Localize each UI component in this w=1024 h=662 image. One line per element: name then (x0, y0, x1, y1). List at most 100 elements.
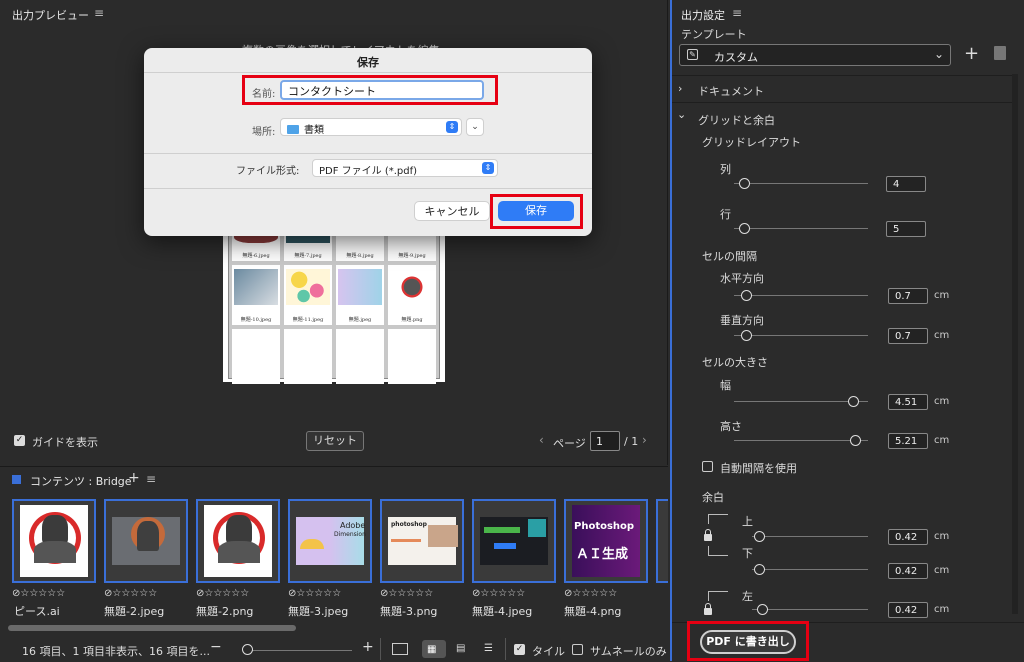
rating-stars[interactable]: ⊘☆☆☆☆☆ (12, 588, 65, 599)
list-view-icon[interactable]: ☰ (484, 643, 493, 654)
cell-label: 無題-6.jpeg (242, 253, 270, 259)
rating-stars[interactable]: ⊘☆☆☆☆☆ (288, 588, 341, 599)
show-guides-checkbox[interactable]: ✓ (14, 435, 25, 446)
add-icon[interactable]: + (128, 470, 140, 486)
top-margin-slider-track[interactable] (752, 536, 868, 537)
divider (144, 188, 592, 189)
page-number-input[interactable]: 1 (590, 431, 620, 451)
output-settings-panel: 出力設定 ≡ テンプレート ✎ カスタム ⌄ + › ドキュメント ⌄ グリッド… (670, 0, 1024, 661)
horizontal-scrollbar[interactable] (8, 625, 296, 631)
tile-checkbox[interactable]: ✓ (514, 644, 525, 655)
content-item[interactable] (196, 499, 280, 583)
add-template-icon[interactable]: + (964, 43, 979, 64)
columns-input[interactable]: 4 (886, 176, 926, 192)
bottom-margin-slider-track[interactable] (752, 569, 868, 570)
item-name: ピース.ai (14, 605, 60, 618)
page-total: / 1 (624, 435, 639, 448)
cell-width-input[interactable]: 4.51 (888, 394, 928, 410)
grid-cell (336, 329, 384, 384)
thumb-image (398, 269, 426, 305)
bottom-margin-slider-knob[interactable] (754, 564, 765, 575)
template-select[interactable]: ✎ カスタム ⌄ (679, 44, 951, 66)
contact-sheet-grid: 無題-6.jpeg 無題-7.jpeg 無題-8.jpeg 無題-9.jpeg … (228, 229, 440, 384)
vertical-slider-track[interactable] (734, 335, 868, 336)
lock-icon[interactable] (704, 529, 712, 541)
columns-slider-track[interactable] (734, 183, 868, 184)
lock-icon[interactable] (704, 603, 712, 615)
grid-cell (388, 329, 436, 384)
left-margin-slider-knob[interactable] (757, 604, 768, 615)
panel-title: 出力プレビュー (12, 9, 89, 22)
thumbnail-only-checkbox[interactable] (572, 644, 583, 655)
document-section-label[interactable]: ドキュメント (698, 83, 764, 99)
top-margin-slider-knob[interactable] (754, 531, 765, 542)
content-item[interactable] (472, 499, 556, 583)
content-item[interactable]: Photoshop ＡＩ生成 (564, 499, 648, 583)
divider (505, 638, 506, 660)
format-label: ファイル形式: (236, 166, 300, 177)
chevron-right-icon[interactable]: › (678, 82, 682, 95)
trash-icon[interactable] (994, 46, 1006, 60)
location-select[interactable]: 書類 ⇕ (280, 118, 462, 136)
cell-height-input[interactable]: 5.21 (888, 433, 928, 449)
divider (672, 75, 1014, 76)
top-margin-input[interactable]: 0.42 (888, 529, 928, 545)
item-name: 無題-3.jpeg (288, 605, 349, 618)
width-slider-knob[interactable] (848, 396, 859, 407)
panel-menu-icon[interactable]: ≡ (94, 6, 104, 20)
height-slider-knob[interactable] (850, 435, 861, 446)
horizontal-spacing-input[interactable]: 0.7 (888, 288, 928, 304)
item-name: 無題-2.jpeg (104, 605, 165, 618)
zoom-slider-track[interactable] (246, 650, 352, 651)
auto-spacing-checkbox[interactable] (702, 461, 713, 472)
content-item[interactable] (12, 499, 96, 583)
rating-stars[interactable]: ⊘☆☆☆☆☆ (564, 588, 617, 599)
zoom-slider-knob[interactable] (242, 644, 253, 655)
chevron-down-icon[interactable]: ⌄ (677, 108, 686, 121)
rows-slider-track[interactable] (734, 228, 868, 229)
rows-input[interactable]: 5 (886, 221, 926, 237)
content-item[interactable]: photoshop (380, 499, 464, 583)
horizontal-slider-knob[interactable] (741, 290, 752, 301)
content-item[interactable] (656, 499, 668, 583)
height-label: 高さ (720, 420, 742, 433)
grid-lock-icon[interactable] (392, 643, 408, 655)
left-margin-input[interactable]: 0.42 (888, 602, 928, 618)
bottom-margin-input[interactable]: 0.42 (888, 563, 928, 579)
grid-layout-label: グリッドレイアウト (702, 136, 801, 149)
vertical-label: 垂直方向 (720, 314, 764, 327)
height-slider-track[interactable] (734, 440, 868, 441)
cell-label: 無題.jpeg (348, 317, 372, 323)
thumbnail-view-icon[interactable]: ▦ (427, 644, 436, 655)
unit-label: cm (934, 565, 950, 576)
vertical-spacing-input[interactable]: 0.7 (888, 328, 928, 344)
rating-stars[interactable]: ⊘☆☆☆☆☆ (196, 588, 249, 599)
horizontal-slider-track[interactable] (734, 295, 868, 296)
format-select[interactable]: PDF ファイル (*.pdf) ⇕ (312, 159, 498, 177)
columns-slider-knob[interactable] (739, 178, 750, 189)
rating-stars[interactable]: ⊘☆☆☆☆☆ (104, 588, 157, 599)
content-item[interactable] (104, 499, 188, 583)
thumb-image (112, 517, 180, 565)
cancel-button[interactable]: キャンセル (414, 201, 490, 221)
thumb-image (338, 269, 382, 305)
zoom-in-icon[interactable]: + (362, 639, 374, 655)
expand-dialog-button[interactable]: ⌄ (466, 118, 484, 136)
rating-stars[interactable]: ⊘☆☆☆☆☆ (380, 588, 433, 599)
left-margin-slider-track[interactable] (752, 609, 868, 610)
thumb-image (286, 269, 330, 305)
rows-slider-knob[interactable] (739, 223, 750, 234)
zoom-out-icon[interactable]: − (210, 639, 222, 655)
content-menu-icon[interactable]: ≡ (146, 472, 156, 486)
vertical-scrollbar[interactable] (1012, 74, 1018, 614)
horizontal-label: 水平方向 (720, 272, 764, 285)
grid-margin-section-label[interactable]: グリッドと余白 (698, 112, 775, 128)
detail-view-icon[interactable]: ▤ (456, 643, 465, 654)
prev-page-icon[interactable]: ‹ (539, 433, 544, 447)
next-page-icon[interactable]: › (642, 433, 647, 447)
reset-button[interactable]: リセット (306, 431, 364, 451)
content-item[interactable]: Adobe Dimension (288, 499, 372, 583)
settings-menu-icon[interactable]: ≡ (732, 6, 742, 20)
vertical-slider-knob[interactable] (741, 330, 752, 341)
rating-stars[interactable]: ⊘☆☆☆☆☆ (472, 588, 525, 599)
